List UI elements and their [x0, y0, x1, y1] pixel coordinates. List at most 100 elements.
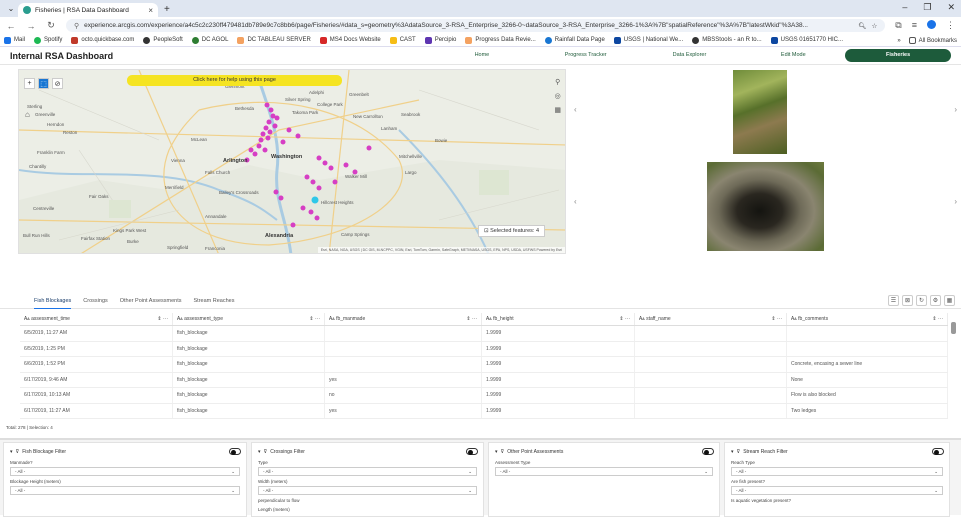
nav-home[interactable]: Home [430, 49, 534, 62]
collapse-icon[interactable]: ▾ [258, 449, 261, 455]
zoom-in-icon[interactable]: + [24, 78, 35, 89]
table-row[interactable]: 6/17/2019, 11:27 AM fish_blockage yes 1.999… [20, 403, 948, 419]
reading-list-icon[interactable]: ≡ [912, 20, 917, 31]
bookmark-item[interactable]: Progress Data Revie... [465, 36, 536, 44]
chevron-right-icon[interactable]: › [954, 197, 957, 206]
bookmark-item[interactable]: DC TABLEAU SERVER [237, 36, 311, 44]
nav-fisheries[interactable]: Fisheries [845, 49, 951, 62]
tab-search-icon[interactable]: ⌄ [4, 1, 18, 15]
column-header[interactable]: 🗛 fb_comments ⇕ ··· [787, 313, 948, 325]
clear-selection-icon[interactable]: ⊘ [52, 78, 63, 89]
back-icon[interactable]: ← [6, 21, 16, 31]
more-options-icon[interactable]: ▦ [944, 295, 955, 306]
bookmark-item[interactable]: USGS | National We... [613, 36, 683, 44]
type-select[interactable]: - All - ⌄ [258, 467, 477, 476]
site-info-icon[interactable]: ⚲ [74, 22, 79, 30]
bookmark-item[interactable]: Mail [4, 36, 25, 44]
bookmark-item[interactable]: USGS 01651770 HIC... [770, 36, 843, 44]
tab-stream-reaches[interactable]: Stream Reaches [194, 293, 235, 309]
select-tool-icon[interactable]: ⬚ [38, 78, 49, 89]
chevron-left-icon[interactable]: ‹ [574, 197, 577, 206]
map-view[interactable]: Sterling Greenville Herndon Reston Frank… [18, 69, 566, 254]
assessment-type-select[interactable]: - All - ⌄ [495, 467, 713, 476]
bookmark-item[interactable]: Percipio [424, 36, 456, 44]
filter-toggle[interactable] [702, 448, 714, 455]
profile-avatar[interactable] [927, 20, 936, 29]
assessment-photo[interactable] [733, 70, 787, 154]
column-header[interactable]: 🗛 assessment_type ⇕ ··· [173, 313, 325, 325]
bookmark-item[interactable]: DC AGOL [191, 36, 228, 44]
close-tab-icon[interactable]: × [148, 6, 153, 15]
home-icon[interactable]: ⌂ [25, 110, 30, 119]
nav-data-explorer[interactable]: Data Explorer [638, 49, 742, 62]
browser-tab[interactable]: Fisheries | RSA Data Dashboard × [18, 3, 158, 17]
star-icon[interactable]: ☆ [871, 22, 877, 30]
text-type-icon: 🗛 [24, 316, 32, 322]
help-button[interactable]: Click here for help using this page [127, 75, 342, 86]
column-header[interactable]: 🗛 staff_name ⇕ ··· [635, 313, 787, 325]
collapse-icon[interactable]: ▾ [731, 449, 734, 455]
collapse-icon[interactable]: ▾ [495, 449, 498, 455]
new-tab-button[interactable]: + [158, 4, 176, 15]
bookmark-item[interactable]: MS4 Docs Website [319, 36, 381, 44]
column-header[interactable]: 🗛 assessment_time ⇕ ··· [20, 313, 173, 325]
bookmark-item[interactable]: octo.quickbase.com [71, 36, 134, 44]
column-header[interactable]: 🗛 fb_manmade ⇕ ··· [325, 313, 482, 325]
table-row[interactable]: 6/6/2019, 1:52 PM fish_blockage 1.9999 Conc… [20, 357, 948, 373]
minimize-icon[interactable]: – [902, 2, 907, 13]
more-bookmarks-icon[interactable]: » [897, 38, 900, 44]
nav-edit-mode[interactable]: Edit Mode [741, 49, 845, 62]
tab-crossings[interactable]: Crossings [83, 293, 107, 309]
refresh-icon[interactable]: ↻ [916, 295, 927, 306]
tab-title: Fisheries | RSA Data Dashboard [35, 6, 129, 14]
bookmark-item[interactable]: MBSStools - an R to... [692, 36, 762, 44]
table-row[interactable]: 6/5/2019, 1:25 PM fish_blockage 1.9999 [20, 341, 948, 357]
chevron-right-icon[interactable]: › [954, 105, 957, 114]
table-scrollbar[interactable] [951, 318, 956, 418]
menu-icon[interactable]: ⋮ [946, 20, 955, 31]
width-select[interactable]: - All - ⌄ [258, 486, 477, 495]
assessment-photo[interactable] [707, 162, 824, 251]
map-label: Herndon [47, 122, 65, 127]
chevron-left-icon[interactable]: ‹ [574, 105, 577, 114]
nav-progress-tracker[interactable]: Progress Tracker [534, 49, 638, 62]
table-row[interactable]: 6/5/2019, 11:27 AM fish_blockage 1.9999 [20, 326, 948, 342]
tab-other-point-assessments[interactable]: Other Point Assessments [120, 293, 182, 309]
collapse-icon[interactable]: ▾ [10, 449, 13, 455]
search-icon[interactable]: ⚲ [555, 78, 560, 86]
map-label: Bowie [435, 138, 448, 143]
tab-fish-blockages[interactable]: Fish Blockages [34, 293, 72, 309]
clear-selection-icon[interactable]: ⊠ [902, 295, 913, 306]
all-bookmarks[interactable]: All Bookmarks [908, 37, 957, 44]
extensions-icon[interactable]: ⧉ [895, 20, 901, 31]
field-label: Width (meters) [258, 479, 288, 484]
map-label: Walker Mill [345, 174, 367, 179]
blockage-height-select[interactable]: - All - ⌄ [10, 486, 240, 495]
forward-icon[interactable]: → [26, 21, 36, 31]
filter-toggle[interactable] [932, 448, 944, 455]
layers-icon[interactable]: ◎ [555, 92, 561, 100]
bookmark-item[interactable]: CAST [389, 36, 416, 44]
manmade-select[interactable]: - All - ⌄ [10, 467, 240, 476]
filter-toggle[interactable] [466, 448, 478, 455]
column-header[interactable]: 🗛 fb_height ⇕ ··· [482, 313, 635, 325]
url-field[interactable]: ⚲ experience.arcgis.com/experience/a4c5c… [66, 19, 886, 32]
selected-features-badge[interactable]: ⊡ Selected features: 4 [477, 225, 545, 237]
bookmark-item[interactable]: Rainfall Data Page [544, 36, 605, 44]
filter-toggle[interactable] [229, 448, 241, 455]
map-label: Largo [405, 170, 417, 175]
fish-present-select[interactable]: - All - ⌄ [731, 486, 943, 495]
restore-icon[interactable]: ❐ [923, 2, 931, 13]
reach-type-select[interactable]: - All - ⌄ [731, 467, 943, 476]
field-options-icon[interactable]: ⚙ [930, 295, 941, 306]
close-window-icon[interactable]: ✕ [947, 2, 955, 13]
field-label: Blockage Height (meters) [10, 479, 61, 484]
basemap-icon[interactable]: ▦ [554, 106, 561, 114]
show-selection-icon[interactable]: ☰ [888, 295, 899, 306]
bookmark-item[interactable]: Spotify [34, 36, 62, 44]
table-row[interactable]: 6/17/2019, 9:46 AM fish_blockage yes 1.9999… [20, 372, 948, 388]
reload-icon[interactable]: ↻ [46, 20, 56, 31]
bookmark-item[interactable]: PeopleSoft [143, 36, 183, 44]
zoom-icon[interactable]: 🔍︎ [858, 22, 866, 30]
table-row[interactable]: 6/17/2019, 10:13 AM fish_blockage no 1.9999… [20, 388, 948, 404]
